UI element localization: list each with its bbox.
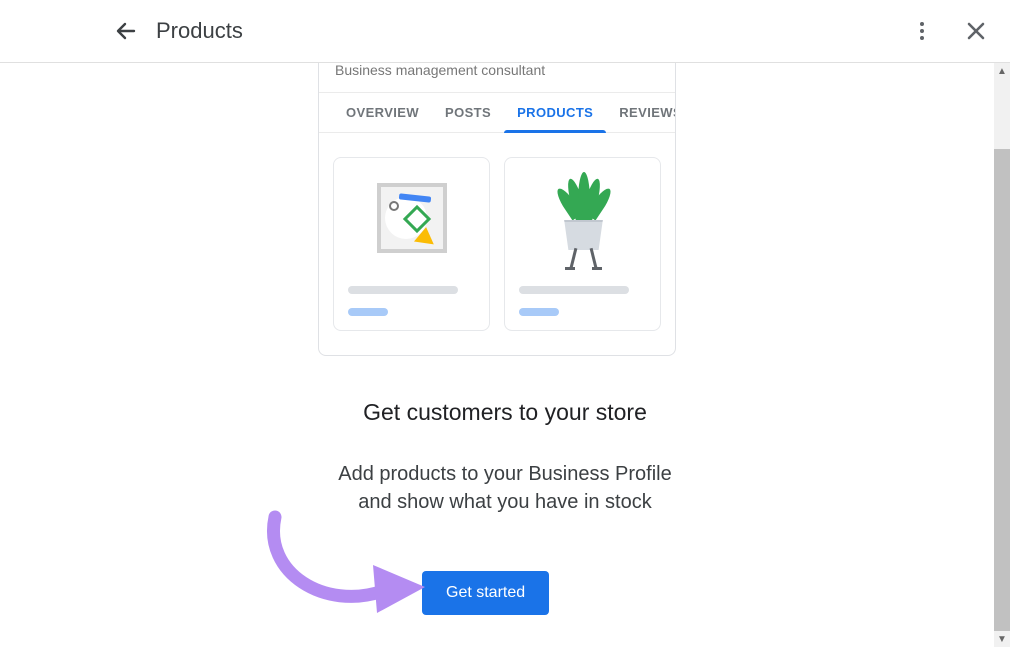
preview-tabs: OVERVIEW POSTS PRODUCTS REVIEWS [319,92,675,133]
annotation-arrow-icon [265,513,435,633]
plant-icon [519,174,646,262]
close-icon[interactable] [964,19,988,43]
tab-posts[interactable]: POSTS [432,93,504,132]
placeholder-line [519,308,559,316]
scrollbar-thumb[interactable] [994,149,1010,631]
placeholder-line [348,308,388,316]
product-card-placeholder [333,157,490,331]
tab-overview[interactable]: OVERVIEW [333,93,432,132]
product-card-previews [319,133,675,355]
tab-products[interactable]: PRODUCTS [504,93,606,132]
get-started-button[interactable]: Get started [422,571,549,615]
scroll-up-icon[interactable]: ▲ [994,63,1010,79]
picture-frame-icon [348,174,475,262]
placeholder-line [348,286,458,294]
content-panel: Business management consultant OVERVIEW … [0,63,1010,647]
tab-reviews[interactable]: REVIEWS [606,93,676,132]
profile-preview-card: Business management consultant OVERVIEW … [318,63,676,356]
promo-subtext: and show what you have in stock [0,491,1010,514]
scroll-down-icon[interactable]: ▼ [994,631,1010,647]
header-actions [910,19,988,43]
dialog-header: Products [0,0,1010,63]
placeholder-line [519,286,629,294]
more-vert-icon[interactable] [910,19,934,43]
business-category-label: Business management consultant [319,63,675,92]
promo-subtext: Add products to your Business Profile [0,463,1010,486]
promo-headline: Get customers to your store [0,399,1010,426]
back-arrow-icon[interactable] [114,19,138,43]
product-card-placeholder [504,157,661,331]
page-title: Products [156,18,243,44]
